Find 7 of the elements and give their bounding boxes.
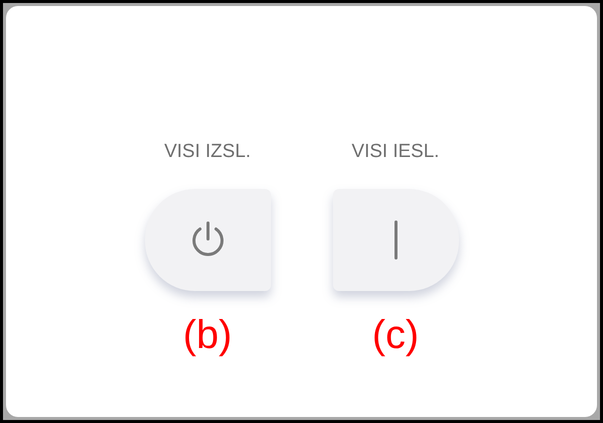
caption: (c) xyxy=(372,312,419,359)
caption: (b) xyxy=(183,312,232,359)
button-label: VISI IZSL. xyxy=(164,140,251,164)
vertical-line-icon xyxy=(392,220,398,260)
switch-button[interactable] xyxy=(144,189,270,291)
switch-button[interactable] xyxy=(332,189,458,291)
button-label: VISI IESL. xyxy=(352,140,440,164)
